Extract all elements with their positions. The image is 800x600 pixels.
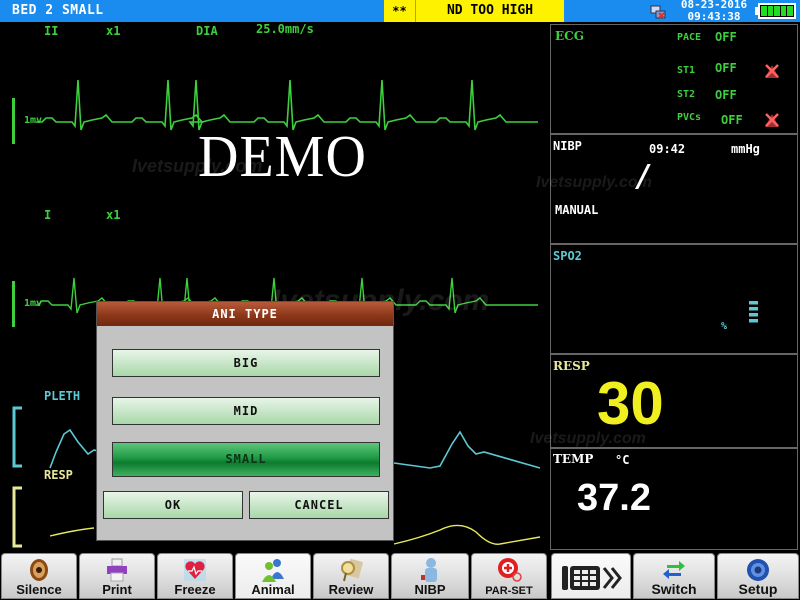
par-set-button[interactable]: PAR-SET <box>471 553 547 599</box>
date-time: 08-23-2016 09:43:38 <box>672 0 756 23</box>
users-icon <box>262 559 284 582</box>
freeze-button[interactable]: Freeze <box>157 553 233 599</box>
time: 09:43:38 <box>687 10 741 23</box>
bottom-toolbar: Silence Print Freeze Animal Review NIBP <box>0 550 800 600</box>
review-icon <box>341 558 364 582</box>
switch-button[interactable]: Switch <box>633 553 715 599</box>
ecg-panel-title: ECG <box>555 29 584 43</box>
printer-icon <box>107 558 127 582</box>
cancel-button[interactable]: CANCEL <box>249 491 389 519</box>
nibp-label: NIBP <box>414 582 446 597</box>
pace-value: OFF <box>715 30 737 44</box>
resp-bracket <box>12 486 22 548</box>
battery-icon <box>758 3 796 19</box>
st1-disabled-icon <box>765 64 779 78</box>
temp-unit: °C <box>615 453 630 467</box>
ecg1-scale-bar <box>12 98 15 144</box>
pulse-strength-bar <box>749 301 758 323</box>
freeze-label: Freeze <box>174 582 216 597</box>
setup-label: Setup <box>738 581 778 597</box>
pvcs-value: OFF <box>721 113 743 127</box>
network-icon <box>650 5 666 19</box>
pleth-bracket <box>12 406 22 468</box>
switch-arrows-icon <box>663 561 685 579</box>
resp-panel-title: RESP <box>553 359 590 373</box>
person-cuff-icon <box>421 558 437 582</box>
spo2-panel-title: SPO2 <box>553 249 582 263</box>
speaker-icon <box>30 559 48 581</box>
spo2-panel[interactable]: SPO2 % <box>550 244 798 354</box>
nibp-unit: mmHg <box>731 142 760 156</box>
pace-label: PACE <box>677 32 702 43</box>
spo2-unit: % <box>721 321 728 332</box>
nibp-button[interactable]: NIBP <box>391 553 469 599</box>
switch-label: Switch <box>651 581 697 597</box>
par-set-label: PAR-SET <box>485 585 533 597</box>
st1-value: OFF <box>715 61 737 75</box>
status-bar: BED 2 SMALL ** ND TOO HIGH 08-23-2016 09… <box>0 0 800 23</box>
dialog-title: ANI TYPE <box>97 302 393 326</box>
temp-panel[interactable]: TEMP °C 37.2 <box>550 448 798 550</box>
animal-button[interactable]: Animal <box>235 553 311 599</box>
st1-label: ST1 <box>677 65 696 76</box>
temp-panel-title: TEMP <box>553 452 594 466</box>
watermark: Ivetsupply.com <box>530 430 646 447</box>
print-label: Print <box>102 582 132 597</box>
watermark: Ivetsupply.com <box>536 174 652 191</box>
silence-label: Silence <box>16 582 62 597</box>
print-button[interactable]: Print <box>79 553 155 599</box>
review-label: Review <box>328 582 374 597</box>
silence-button[interactable]: Silence <box>1 553 77 599</box>
more-menu-button[interactable] <box>551 553 631 599</box>
parameter-settings-icon <box>498 558 522 582</box>
nibp-mode: MANUAL <box>555 203 599 217</box>
resp-value: 30 <box>597 370 664 437</box>
nibp-time: 09:42 <box>649 142 686 156</box>
demo-overlay: DEMO <box>198 124 367 190</box>
heart-icon <box>184 559 206 581</box>
st2-value: OFF <box>715 88 737 102</box>
ani-type-dialog: ANI TYPE BIG MID SMALL OK CANCEL <box>96 301 394 541</box>
ecg-panel[interactable]: ECG PACE OFF ST1 OFF ST2 OFF PVCs OFF <box>550 24 798 134</box>
bed-label: BED 2 SMALL <box>12 3 104 18</box>
ecg2-scale-bar <box>12 281 15 327</box>
alarm-message: ND TOO HIGH <box>416 0 564 22</box>
option-big[interactable]: BIG <box>112 349 380 377</box>
option-mid[interactable]: MID <box>112 397 380 425</box>
pvcs-label: PVCs <box>677 112 702 123</box>
grid-more-icon <box>562 566 622 590</box>
setup-button[interactable]: Setup <box>717 553 799 599</box>
review-button[interactable]: Review <box>313 553 389 599</box>
option-small[interactable]: SMALL <box>112 442 380 477</box>
st2-label: ST2 <box>677 89 696 100</box>
temp-value: 37.2 <box>577 477 651 519</box>
ok-button[interactable]: OK <box>103 491 243 519</box>
pvcs-disabled-icon <box>765 113 779 127</box>
animal-label: Animal <box>251 582 295 597</box>
gear-icon <box>747 559 769 581</box>
nibp-panel-title: NIBP <box>553 139 582 153</box>
alarm-level-indicator: ** <box>384 0 416 22</box>
